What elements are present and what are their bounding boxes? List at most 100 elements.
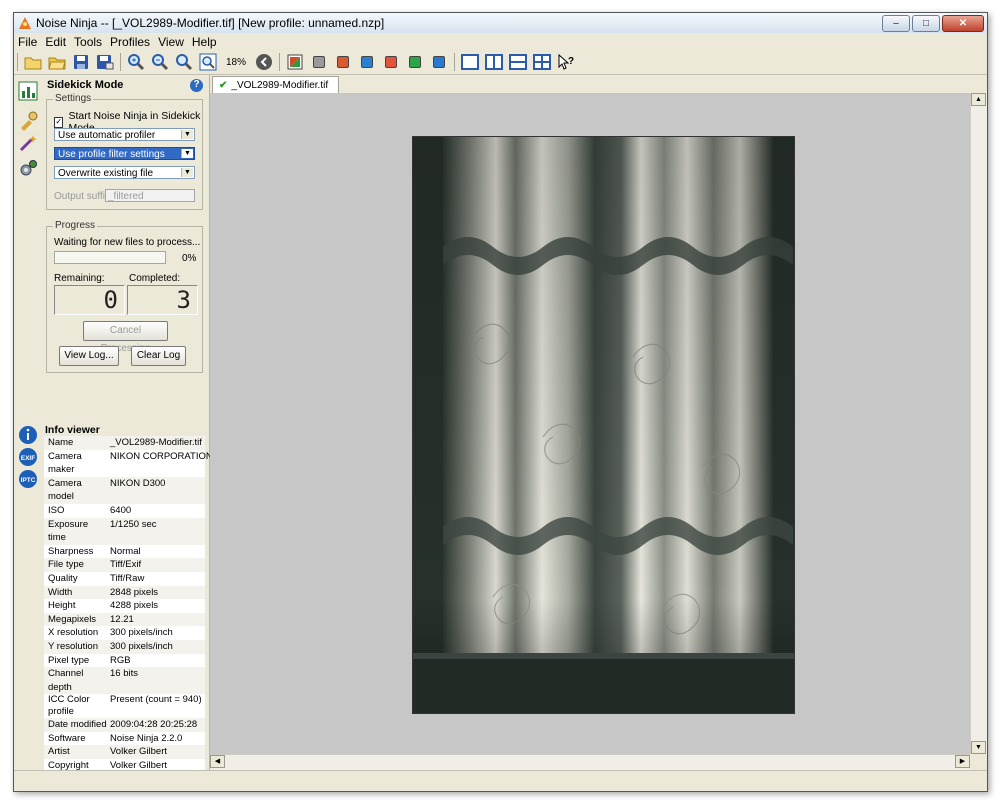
quad-view-icon[interactable]: [532, 52, 552, 72]
info-key: X resolution: [48, 627, 99, 639]
exif-icon[interactable]: EXIF: [18, 447, 38, 467]
horizontal-scrollbar[interactable]: ◀ ▶: [210, 754, 970, 770]
curtain-photo-image: [413, 137, 794, 713]
zoom-in-icon[interactable]: [126, 52, 146, 72]
minimize-button[interactable]: –: [882, 15, 910, 32]
info-key: File type: [48, 559, 84, 571]
magic-wand-icon[interactable]: [18, 133, 38, 153]
info-row: Camera model NIKON D300: [44, 476, 205, 504]
iptc-icon[interactable]: IPTC: [18, 469, 38, 489]
info-value: 300 pixels/inch: [110, 627, 173, 639]
info-key: Software: [48, 732, 86, 744]
navigate-back-icon[interactable]: [254, 52, 274, 72]
split-vertical-icon[interactable]: [484, 52, 504, 72]
file-mode-select[interactable]: Overwrite existing file ▼: [54, 166, 195, 179]
info-key: Quality: [48, 572, 78, 584]
view-log-button[interactable]: View Log...: [59, 346, 119, 366]
save-as-icon[interactable]: [95, 52, 115, 72]
info-viewer-panel: Info viewer Name _VOL2989-Modifier.tif Cam…: [41, 421, 213, 773]
info-value: NIKON CORPORATION: [110, 450, 213, 462]
close-button[interactable]: ✕: [942, 15, 984, 32]
scroll-right-button[interactable]: ▶: [955, 755, 970, 768]
scroll-up-button[interactable]: ▲: [971, 93, 986, 106]
zoom-actual-icon[interactable]: [174, 52, 194, 72]
menu-view[interactable]: View: [154, 35, 188, 49]
remaining-counter: 0: [54, 285, 125, 315]
zoom-out-icon[interactable]: [150, 52, 170, 72]
red-square-icon[interactable]: [381, 52, 401, 72]
info-value: 16 bits: [110, 668, 138, 680]
new-folder-icon[interactable]: [23, 52, 43, 72]
start-sidekick-checkbox[interactable]: ✓: [54, 116, 64, 128]
info-row: X resolution 300 pixels/inch: [44, 626, 205, 640]
open-folder-icon[interactable]: [47, 52, 67, 72]
info-value: 2848 pixels: [110, 586, 159, 598]
profile-chart-icon[interactable]: [18, 81, 38, 101]
red-channel-icon[interactable]: [333, 52, 353, 72]
output-suffix-input[interactable]: _filtered: [105, 189, 195, 202]
help-icon[interactable]: ?: [190, 78, 203, 92]
settings-group: Settings ✓ Start Noise Ninja in Sidekick…: [46, 93, 203, 210]
info-viewer-title: Info viewer: [45, 424, 100, 436]
checkmark-icon: ✔: [219, 79, 228, 91]
settings-gears-icon[interactable]: [18, 159, 38, 179]
info-row: Y resolution 300 pixels/inch: [44, 639, 205, 654]
menu-bar: File Edit Tools Profiles View Help: [14, 33, 987, 51]
info-value: 300 pixels/inch: [110, 640, 173, 652]
menu-tools[interactable]: Tools: [70, 35, 106, 49]
brush-tool-icon[interactable]: [18, 111, 38, 131]
info-row: ICC Color profile Present (count = 940): [44, 694, 205, 719]
info-key: Width: [48, 586, 73, 598]
info-value: Tiff/Exif: [110, 559, 142, 571]
info-key: Pixel type: [48, 654, 90, 666]
menu-help[interactable]: Help: [188, 35, 221, 49]
scroll-down-button[interactable]: ▼: [971, 741, 986, 754]
menu-file[interactable]: File: [14, 35, 41, 49]
completed-counter: 3: [127, 285, 198, 315]
split-horizontal-icon[interactable]: [508, 52, 528, 72]
gray-channel-icon[interactable]: [309, 52, 329, 72]
info-value: 6400: [110, 504, 132, 516]
title-bar: Noise Ninja -- [_VOL2989-Modifier.tif] […: [14, 13, 987, 34]
info-value: NIKON D300: [110, 477, 166, 489]
save-icon[interactable]: [71, 52, 91, 72]
info-key: Date modified: [48, 719, 107, 731]
info-row: Sharpness Normal: [44, 544, 205, 559]
scroll-left-button[interactable]: ◀: [210, 755, 225, 768]
toolbar-grip: [17, 53, 18, 71]
info-key: Megapixels: [48, 613, 97, 625]
info-key: ICC Color profile: [48, 694, 90, 718]
profiler-select[interactable]: Use automatic profiler ▼: [54, 128, 195, 141]
single-view-icon[interactable]: [460, 52, 480, 72]
info-icon[interactable]: [18, 425, 38, 445]
progress-percent: 0%: [182, 253, 197, 264]
file-mode-select-value: Overwrite existing file: [58, 168, 154, 179]
filter-select[interactable]: Use profile filter settings ▼: [54, 147, 195, 160]
info-row: Name _VOL2989-Modifier.tif: [44, 436, 205, 450]
maximize-button[interactable]: □: [912, 15, 940, 32]
menu-profiles[interactable]: Profiles: [106, 35, 154, 49]
menu-edit[interactable]: Edit: [41, 35, 70, 49]
clear-log-button[interactable]: Clear Log: [131, 346, 186, 366]
vertical-scrollbar[interactable]: ▲ ▼: [970, 93, 987, 754]
info-key: Y resolution: [48, 640, 98, 652]
image-viewer[interactable]: [210, 93, 970, 754]
info-row: Width 2848 pixels: [44, 585, 205, 600]
chevron-down-icon[interactable]: ▼: [181, 130, 193, 139]
document-tab[interactable]: ✔ _VOL2989-Modifier.tif: [212, 76, 340, 93]
chevron-down-icon[interactable]: ▼: [181, 168, 193, 177]
green-square-icon[interactable]: [405, 52, 425, 72]
info-value: 2009:04:28 20:25:28: [110, 719, 198, 731]
info-row: Quality Tiff/Raw: [44, 571, 205, 586]
cancel-processing-button[interactable]: Cancel Processing: [83, 321, 168, 354]
blue-square-icon[interactable]: [429, 52, 449, 72]
color-profile-icon[interactable]: [285, 52, 305, 72]
svg-text:?: ?: [568, 56, 574, 67]
info-key: Camera maker: [48, 450, 82, 476]
progress-group: Progress Waiting for new files to proces…: [46, 220, 203, 373]
help-pointer-icon[interactable]: ?: [556, 52, 576, 72]
blue-channel-icon[interactable]: [357, 52, 377, 72]
zoom-fit-icon[interactable]: [198, 52, 218, 72]
chevron-down-icon[interactable]: ▼: [181, 149, 193, 158]
info-row: Megapixels 12.21: [44, 612, 205, 627]
